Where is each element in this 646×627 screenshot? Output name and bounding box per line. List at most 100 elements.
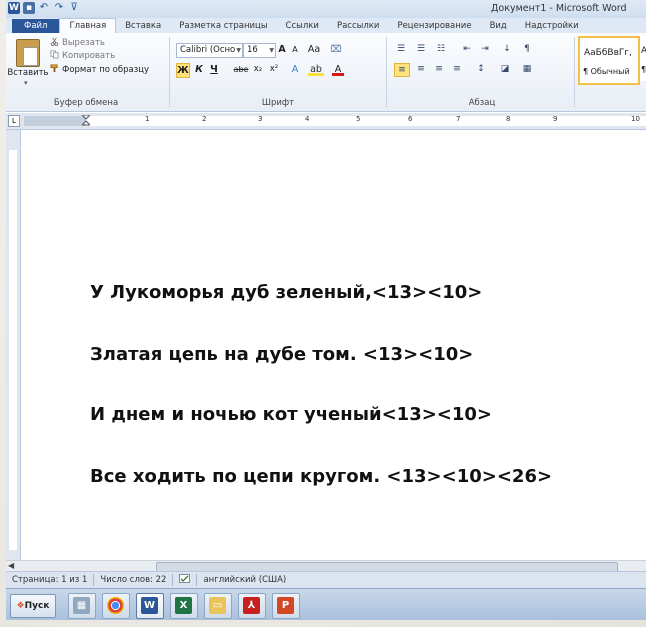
brush-icon	[50, 64, 58, 73]
copy-icon	[50, 50, 59, 59]
status-bar: Страница: 1 из 1 Число слов: 22 английск…	[6, 571, 646, 588]
justify-icon[interactable]: ≡	[450, 63, 464, 75]
group-divider	[169, 37, 170, 107]
start-button[interactable]: ❖Пуск	[10, 594, 56, 618]
paragraph-group-label: Абзац	[468, 98, 496, 108]
document-page[interactable]: У Лукоморья дуб зеленый,<13><10> Златая …	[21, 130, 646, 560]
subscript-label: x₂	[253, 64, 263, 74]
document-line[interactable]: И днем и ночью кот ученый<13><10>	[90, 404, 492, 425]
scroll-left-icon[interactable]: ◀	[8, 561, 14, 570]
acrobat-glyph: ⅄	[243, 597, 260, 614]
copy-button[interactable]: Копировать	[50, 50, 115, 61]
redo-icon[interactable]: ↷	[53, 2, 65, 14]
ruler-margin	[24, 116, 86, 126]
clipboard-group-label: Буфер обмена	[53, 98, 119, 108]
underline-button[interactable]: Ч	[209, 63, 219, 76]
acrobat-icon[interactable]: ⅄	[238, 593, 266, 619]
tab-file[interactable]: Файл	[12, 19, 60, 33]
bullets-icon[interactable]: ☰	[394, 43, 408, 55]
word-window: W ▪ ↶ ↷ ⊽ Документ1 - Microsoft Word Фай…	[6, 0, 646, 620]
increase-indent-icon[interactable]: ⇥	[478, 43, 492, 55]
paragraph-group: ☰ ☰ ☷ ⇤ ⇥ ↓ ¶ ≡ ≡ ≡ ≡ ↕ ◪ ▦ Абзац	[390, 35, 574, 109]
line-spacing-icon[interactable]: ↕	[474, 63, 488, 75]
customize-toolbar-icon[interactable]: ⊽	[68, 2, 80, 14]
start-label: Пуск	[24, 601, 50, 611]
numbering-icon[interactable]: ☰	[414, 43, 428, 55]
font-color-icon[interactable]: A	[332, 63, 344, 76]
chrome-icon[interactable]	[102, 593, 130, 619]
format-painter-button[interactable]: Формат по образцу	[50, 64, 149, 75]
borders-icon[interactable]: ▦	[520, 63, 534, 75]
document-line[interactable]: Все ходить по цепи кругом. <13><10><26>	[90, 466, 552, 487]
status-language[interactable]: английский (США)	[197, 574, 292, 586]
subscript-button[interactable]: x₂	[252, 63, 264, 76]
highlight-color-icon[interactable]: ab	[308, 63, 324, 76]
scissors-icon	[50, 37, 59, 46]
show-marks-button[interactable]: ¶	[520, 43, 534, 55]
font-size-combobox[interactable]: 16 ▼	[243, 43, 276, 58]
ruler-text-area	[86, 116, 646, 126]
tab-mailings[interactable]: Рассылки	[328, 19, 388, 33]
folder-glyph: ▭	[209, 597, 226, 614]
cut-label: Вырезать	[62, 38, 105, 48]
align-left-icon[interactable]: ≡	[394, 63, 410, 77]
tab-page-layout[interactable]: Разметка страницы	[170, 19, 276, 33]
explorer-icon[interactable]: ▭	[204, 593, 232, 619]
horizontal-ruler[interactable]: L 1 2 3 4 5 6 7 8 9 10	[6, 113, 646, 130]
align-right-icon[interactable]: ≡	[432, 63, 446, 75]
grow-font-button[interactable]: A	[276, 43, 288, 56]
calculator-icon[interactable]: ▦	[68, 593, 96, 619]
taskbar: ❖Пуск ▦ W X ▭ ⅄ P	[6, 588, 646, 620]
ruler-number: 6	[408, 115, 413, 123]
text-effects-icon[interactable]: A	[288, 63, 302, 76]
style-sample-2: Аа	[641, 46, 646, 56]
style-no-spacing[interactable]: Аа ¶ Б	[640, 36, 646, 81]
clear-formatting-icon[interactable]: ⌧	[330, 43, 342, 56]
document-line[interactable]: У Лукоморья дуб зеленый,<13><10>	[90, 282, 482, 303]
spelling-status[interactable]	[173, 574, 198, 586]
multilevel-list-icon[interactable]: ☷	[434, 43, 448, 55]
tab-review[interactable]: Рецензирование	[388, 19, 480, 33]
decrease-indent-icon[interactable]: ⇤	[460, 43, 474, 55]
save-icon[interactable]: ▪	[23, 2, 35, 14]
tab-references[interactable]: Ссылки	[277, 19, 328, 33]
ruler-number: 1	[145, 115, 150, 123]
tab-addins[interactable]: Надстройки	[516, 19, 588, 33]
word-icon[interactable]: W	[136, 593, 164, 619]
ribbon-tabs: Файл Главная Вставка Разметка страницы С…	[6, 18, 646, 33]
group-divider	[386, 37, 387, 107]
tab-home[interactable]: Главная	[59, 18, 117, 33]
chrome-glyph	[107, 597, 124, 614]
italic-button[interactable]: К	[194, 63, 204, 76]
horizontal-scrollbar[interactable]: ◀	[6, 560, 646, 572]
style-normal[interactable]: АаБбВвГг, ¶ Обычный	[578, 36, 640, 85]
change-case-button[interactable]: Aa	[306, 43, 322, 56]
shrink-font-button[interactable]: A	[290, 43, 300, 56]
ribbon: Вставить ▾ Вырезать Копировать Формат по…	[6, 33, 646, 112]
sort-icon[interactable]: ↓	[500, 43, 514, 55]
tab-selector-icon[interactable]: L	[8, 115, 20, 127]
status-page[interactable]: Страница: 1 из 1	[6, 574, 95, 586]
font-name-combobox[interactable]: Calibri (Осно ▼	[176, 43, 243, 58]
word-logo-icon[interactable]: W	[8, 2, 20, 14]
indent-marker-icon[interactable]	[82, 115, 90, 127]
shading-icon[interactable]: ◪	[498, 63, 512, 75]
cut-button[interactable]: Вырезать	[50, 37, 105, 48]
bold-button[interactable]: Ж	[176, 63, 190, 78]
excel-icon[interactable]: X	[170, 593, 198, 619]
superscript-button[interactable]: x²	[268, 63, 280, 76]
quick-access-toolbar: W ▪ ↶ ↷ ⊽	[8, 2, 80, 14]
document-line[interactable]: Златая цепь на дубе том. <13><10>	[90, 344, 473, 365]
style-name: ¶ Обычный	[583, 67, 630, 76]
strikethrough-button[interactable]: abe	[232, 63, 250, 76]
tab-insert[interactable]: Вставка	[116, 19, 170, 33]
vertical-ruler-text-area	[9, 150, 17, 550]
ruler-number: 8	[506, 115, 511, 123]
undo-icon[interactable]: ↶	[38, 2, 50, 14]
powerpoint-icon[interactable]: P	[272, 593, 300, 619]
status-words[interactable]: Число слов: 22	[94, 574, 174, 586]
align-center-icon[interactable]: ≡	[414, 63, 428, 75]
vertical-ruler[interactable]	[6, 130, 21, 560]
tab-view[interactable]: Вид	[481, 19, 516, 33]
copy-label: Копировать	[62, 51, 116, 61]
